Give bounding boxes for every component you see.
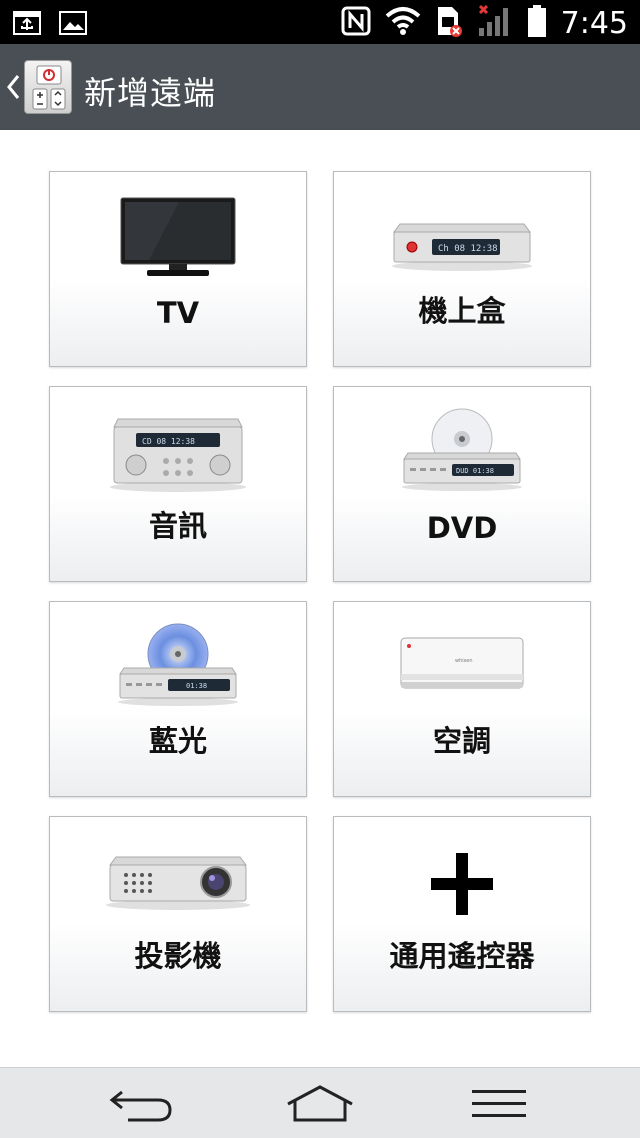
air-conditioner-icon: whisen [399,636,525,698]
wifi-icon [385,6,421,40]
usb-icon [12,8,42,40]
tile-label: 通用遙控器 [389,939,535,973]
tile-label: 音訊 [148,509,207,543]
home-icon[interactable] [285,1084,355,1128]
up-navigation-icon[interactable] [4,72,22,102]
tile-tv[interactable]: TV [49,171,307,367]
tile-universal-remote[interactable]: 通用遙控器 [333,816,591,1012]
clock: 7:45 [560,5,628,41]
device-grid: TV Ch 08 12:38 機上盒 CD 08 12:38 音訊 DUD 01… [49,171,591,1013]
back-icon[interactable] [108,1084,174,1128]
tile-label: DVD [426,511,498,545]
battery-icon [527,4,547,42]
projector-icon [104,851,252,915]
set-top-box-icon: Ch 08 12:38 [390,216,534,276]
bluray-player-icon: 01:38 [116,622,240,710]
tile-projector[interactable]: 投影機 [49,816,307,1012]
action-bar: 新增遠端 [0,44,640,130]
tile-air-conditioner[interactable]: whisen 空調 [333,601,591,797]
remote-app-icon[interactable] [24,60,72,114]
tv-icon [119,196,237,284]
tile-label: TV [156,296,200,330]
tile-label: 機上盒 [418,294,506,328]
svg-text:01:38: 01:38 [186,682,207,690]
sim-error-icon [435,4,463,42]
tile-set-top-box[interactable]: Ch 08 12:38 機上盒 [333,171,591,367]
navigation-bar [0,1067,640,1138]
tile-label: 投影機 [134,939,222,973]
tile-label: 藍光 [148,724,207,758]
image-icon [58,8,88,40]
svg-text:Ch 08 12:38: Ch 08 12:38 [438,244,498,254]
audio-system-icon: CD 08 12:38 [108,413,248,497]
plus-icon [431,853,493,919]
svg-text:DUD 01:38: DUD 01:38 [456,467,494,475]
tile-bluray[interactable]: 01:38 藍光 [49,601,307,797]
tile-dvd[interactable]: DUD 01:38 DVD [333,386,591,582]
signal-icon [477,4,513,42]
menu-icon[interactable] [470,1084,528,1128]
nfc-icon [341,6,371,40]
tile-audio[interactable]: CD 08 12:38 音訊 [49,386,307,582]
page-title: 新增遠端 [84,74,217,112]
tile-label: 空調 [432,724,491,758]
status-bar: 7:45 [0,0,640,44]
svg-text:CD 08 12:38: CD 08 12:38 [142,437,195,446]
dvd-player-icon: DUD 01:38 [400,407,524,495]
svg-text:whisen: whisen [455,658,473,664]
